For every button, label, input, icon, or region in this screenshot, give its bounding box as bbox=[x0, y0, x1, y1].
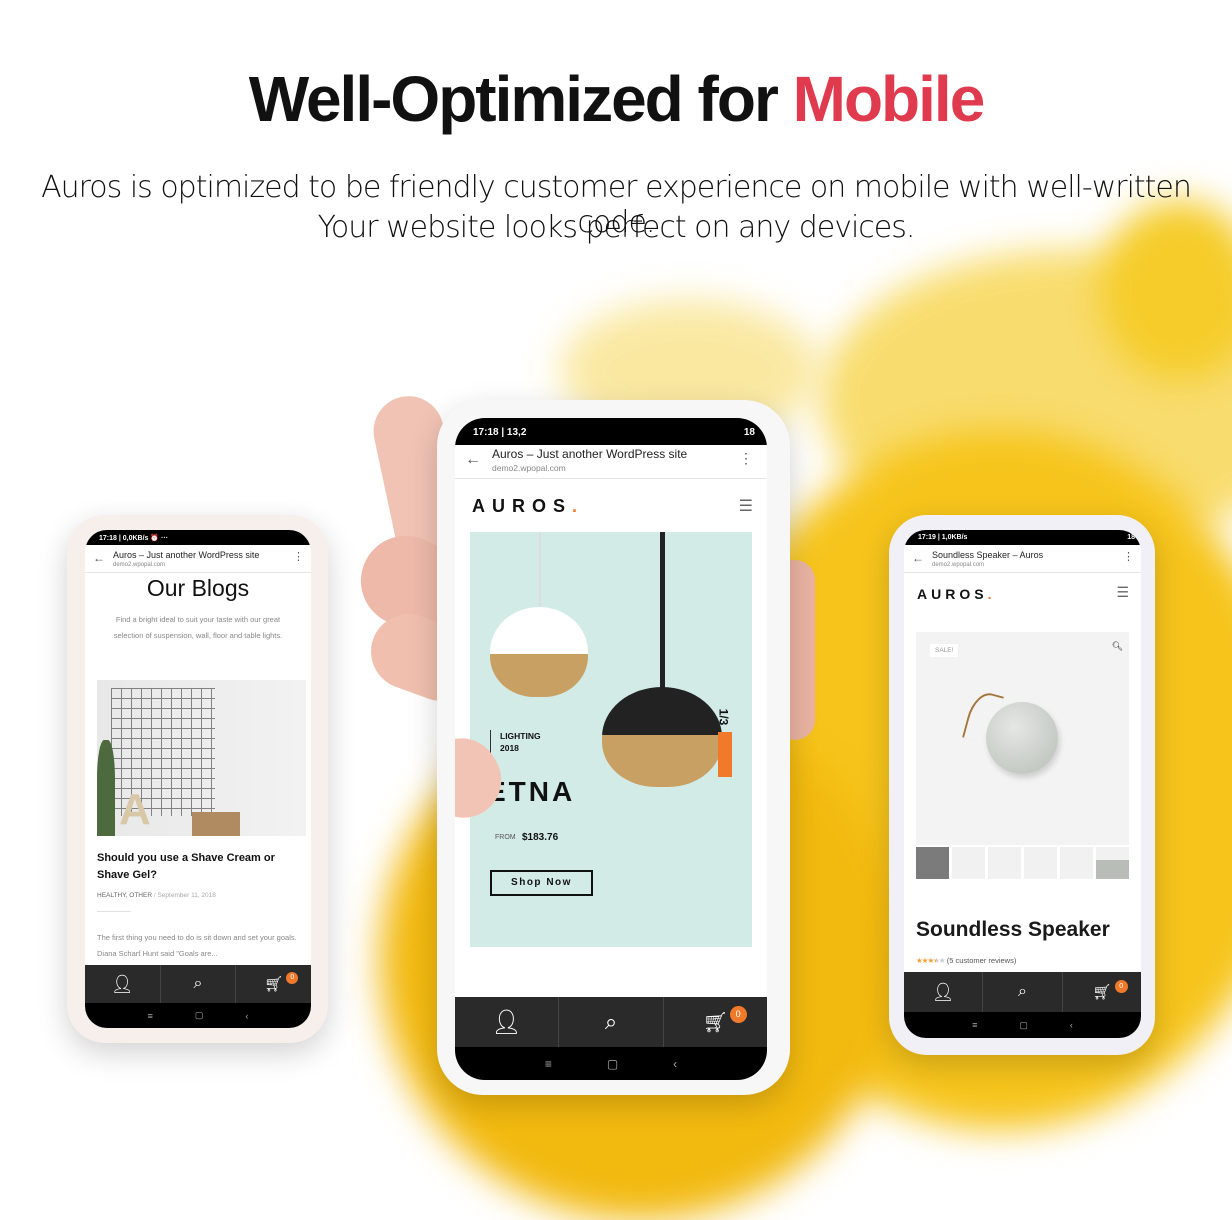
slide-counter: 1/3 bbox=[716, 708, 731, 726]
hero-slider[interactable]: 1/3 LIGHTING 2018 ETNA FROM $183.76 Shop… bbox=[470, 532, 752, 947]
home-icon[interactable]: ▢ bbox=[607, 1057, 618, 1071]
back-icon[interactable]: ‹ bbox=[1070, 1020, 1073, 1030]
menu-icon[interactable]: ≡ bbox=[545, 1057, 552, 1071]
blog-post-image[interactable]: A bbox=[97, 680, 306, 836]
blog-post-meta: HEALTHY, OTHER / September 11, 2018 bbox=[97, 892, 216, 899]
menu-icon[interactable]: ≡ bbox=[972, 1020, 977, 1030]
thumbnail[interactable] bbox=[916, 847, 949, 879]
post-categories[interactable]: HEALTHY, OTHER bbox=[97, 892, 152, 899]
search-button[interactable]: ⌕ bbox=[161, 965, 237, 1003]
blog-post-excerpt: The first thing you need to do is sit do… bbox=[97, 933, 297, 958]
right-phone-screen: 17:19 | 1,0KB/s 18 ← Soundless Speaker – … bbox=[904, 530, 1141, 1038]
sale-badge: SALE! bbox=[930, 644, 959, 657]
browser-title: Auros – Just another WordPress site bbox=[492, 447, 688, 461]
auros-logo[interactable]: AUROS. bbox=[472, 496, 584, 517]
cart-count-badge: 0 bbox=[1114, 980, 1128, 993]
search-icon: ⌕ bbox=[193, 975, 203, 992]
shop-now-button[interactable]: Shop Now bbox=[490, 870, 593, 896]
user-icon: 👤︎ bbox=[931, 981, 955, 1002]
thumbnail[interactable] bbox=[988, 847, 1021, 879]
left-phone-screen: 17:18 | 0,0KB/s ⏰ ··· ← Auros – Just ano… bbox=[85, 530, 311, 1028]
center-phone-screen: 17:18 | 13,2 18 ← Auros – Just another Wo… bbox=[455, 418, 767, 1080]
product-thumbnails bbox=[916, 847, 1129, 879]
hamburger-menu-icon[interactable]: ☰ bbox=[739, 496, 753, 516]
thumbnail[interactable] bbox=[1024, 847, 1057, 879]
cart-count-badge: 0 bbox=[286, 972, 299, 984]
cart-button[interactable]: 🛒︎ 0 bbox=[1063, 972, 1141, 1012]
cart-button[interactable]: 🛒︎ 0 bbox=[236, 965, 311, 1003]
phone-notch bbox=[527, 418, 697, 448]
android-nav-bar: ≡ ▢ ‹ bbox=[85, 1003, 311, 1028]
account-button[interactable]: 👤︎ bbox=[904, 972, 984, 1012]
orange-tag bbox=[718, 732, 732, 777]
search-icon: ⌕ bbox=[604, 1009, 618, 1034]
browser-title: Soundless Speaker – Auros bbox=[932, 550, 1044, 560]
back-arrow-icon[interactable]: ← bbox=[912, 551, 924, 565]
reviews-link[interactable]: (5 customer reviews) bbox=[947, 956, 1017, 965]
bottom-nav: 👤︎ ⌕ 🛒︎ 0 bbox=[455, 997, 767, 1047]
cart-icon: 🛒︎ bbox=[264, 976, 284, 993]
product-rating: ★★★★★ (5 customer reviews) bbox=[916, 956, 1016, 965]
cart-count-badge: 0 bbox=[729, 1006, 747, 1023]
blog-post-title[interactable]: Should you use a Shave Cream or Shave Ge… bbox=[97, 850, 302, 884]
page-title: Well-Optimized for Mobile bbox=[248, 63, 986, 135]
back-arrow-icon[interactable]: ← bbox=[93, 551, 105, 565]
home-icon[interactable]: ▢ bbox=[1019, 1020, 1028, 1031]
bottom-nav: 👤︎ ⌕ 🛒︎ 0 bbox=[904, 972, 1141, 1012]
browser-url[interactable]: demo2.wpopal.com bbox=[932, 562, 984, 568]
cart-icon: 🛒︎ bbox=[702, 1011, 729, 1034]
account-button[interactable]: 👤︎ bbox=[455, 997, 560, 1047]
cart-icon: 🛒︎ bbox=[1092, 984, 1112, 1001]
browser-url[interactable]: demo2.wpopal.com bbox=[492, 463, 566, 473]
hero-eyebrow: LIGHTING bbox=[500, 731, 541, 741]
blog-intro-2: selection of suspension, wall, floor and… bbox=[113, 631, 283, 640]
back-icon[interactable]: ‹ bbox=[673, 1057, 677, 1071]
product-title: Soundless Speaker bbox=[916, 918, 1110, 941]
account-button[interactable]: 👤︎ bbox=[85, 965, 161, 1003]
back-arrow-icon[interactable]: ← bbox=[465, 451, 481, 469]
search-button[interactable]: ⌕ bbox=[983, 972, 1063, 1012]
auros-logo[interactable]: AUROS. bbox=[917, 586, 995, 602]
android-nav-bar: ≡ ▢ ‹ bbox=[904, 1012, 1141, 1038]
blog-heading: Our Blogs bbox=[146, 575, 250, 601]
blog-intro-1: Find a bright ideal to suit your taste w… bbox=[115, 615, 281, 624]
post-date: September 11, 2018 bbox=[157, 892, 216, 899]
divider bbox=[97, 911, 131, 912]
bottom-nav: 👤︎ ⌕ 🛒︎ 0 bbox=[85, 965, 311, 1003]
from-label: FROM bbox=[495, 834, 516, 841]
user-icon: 👤︎ bbox=[491, 1008, 522, 1036]
hero-year: 2018 bbox=[500, 743, 519, 753]
search-button[interactable]: ⌕ bbox=[559, 997, 664, 1047]
browser-title: Auros – Just another WordPress site bbox=[113, 550, 260, 560]
android-nav-bar: ≡ ▢ ‹ bbox=[455, 1047, 767, 1080]
more-menu-icon[interactable]: ⋮ bbox=[293, 550, 304, 563]
menu-icon[interactable]: ≡ bbox=[148, 1011, 153, 1021]
search-icon: ⌕ bbox=[1018, 983, 1027, 1000]
status-bar: 17:19 | 1,0KB/s 18 bbox=[904, 530, 1141, 545]
zoom-icon[interactable]: 🔍︎ bbox=[1112, 641, 1123, 652]
user-icon: 👤︎ bbox=[110, 973, 134, 994]
thumbnail[interactable] bbox=[1096, 847, 1129, 879]
back-icon[interactable]: ‹ bbox=[245, 1011, 248, 1021]
product-image[interactable]: SALE! 🔍︎ bbox=[916, 632, 1129, 845]
thumbnail[interactable] bbox=[952, 847, 985, 879]
more-menu-icon[interactable]: ⋮ bbox=[739, 450, 753, 467]
more-menu-icon[interactable]: ⋮ bbox=[1123, 550, 1134, 563]
hero-price: $183.76 bbox=[522, 832, 559, 843]
hamburger-menu-icon[interactable]: ☰ bbox=[1116, 584, 1129, 601]
browser-url[interactable]: demo2.wpopal.com bbox=[113, 562, 165, 568]
cart-button[interactable]: 🛒︎ 0 bbox=[664, 997, 767, 1047]
status-bar: 17:18 | 0,0KB/s ⏰ ··· bbox=[85, 530, 311, 545]
home-icon[interactable]: ▢ bbox=[195, 1010, 204, 1021]
thumbnail[interactable] bbox=[1060, 847, 1093, 879]
subtitle-line-2: Your website looks perfect on any device… bbox=[317, 210, 916, 245]
rating-stars-icon: ★★★★★ bbox=[916, 956, 946, 965]
